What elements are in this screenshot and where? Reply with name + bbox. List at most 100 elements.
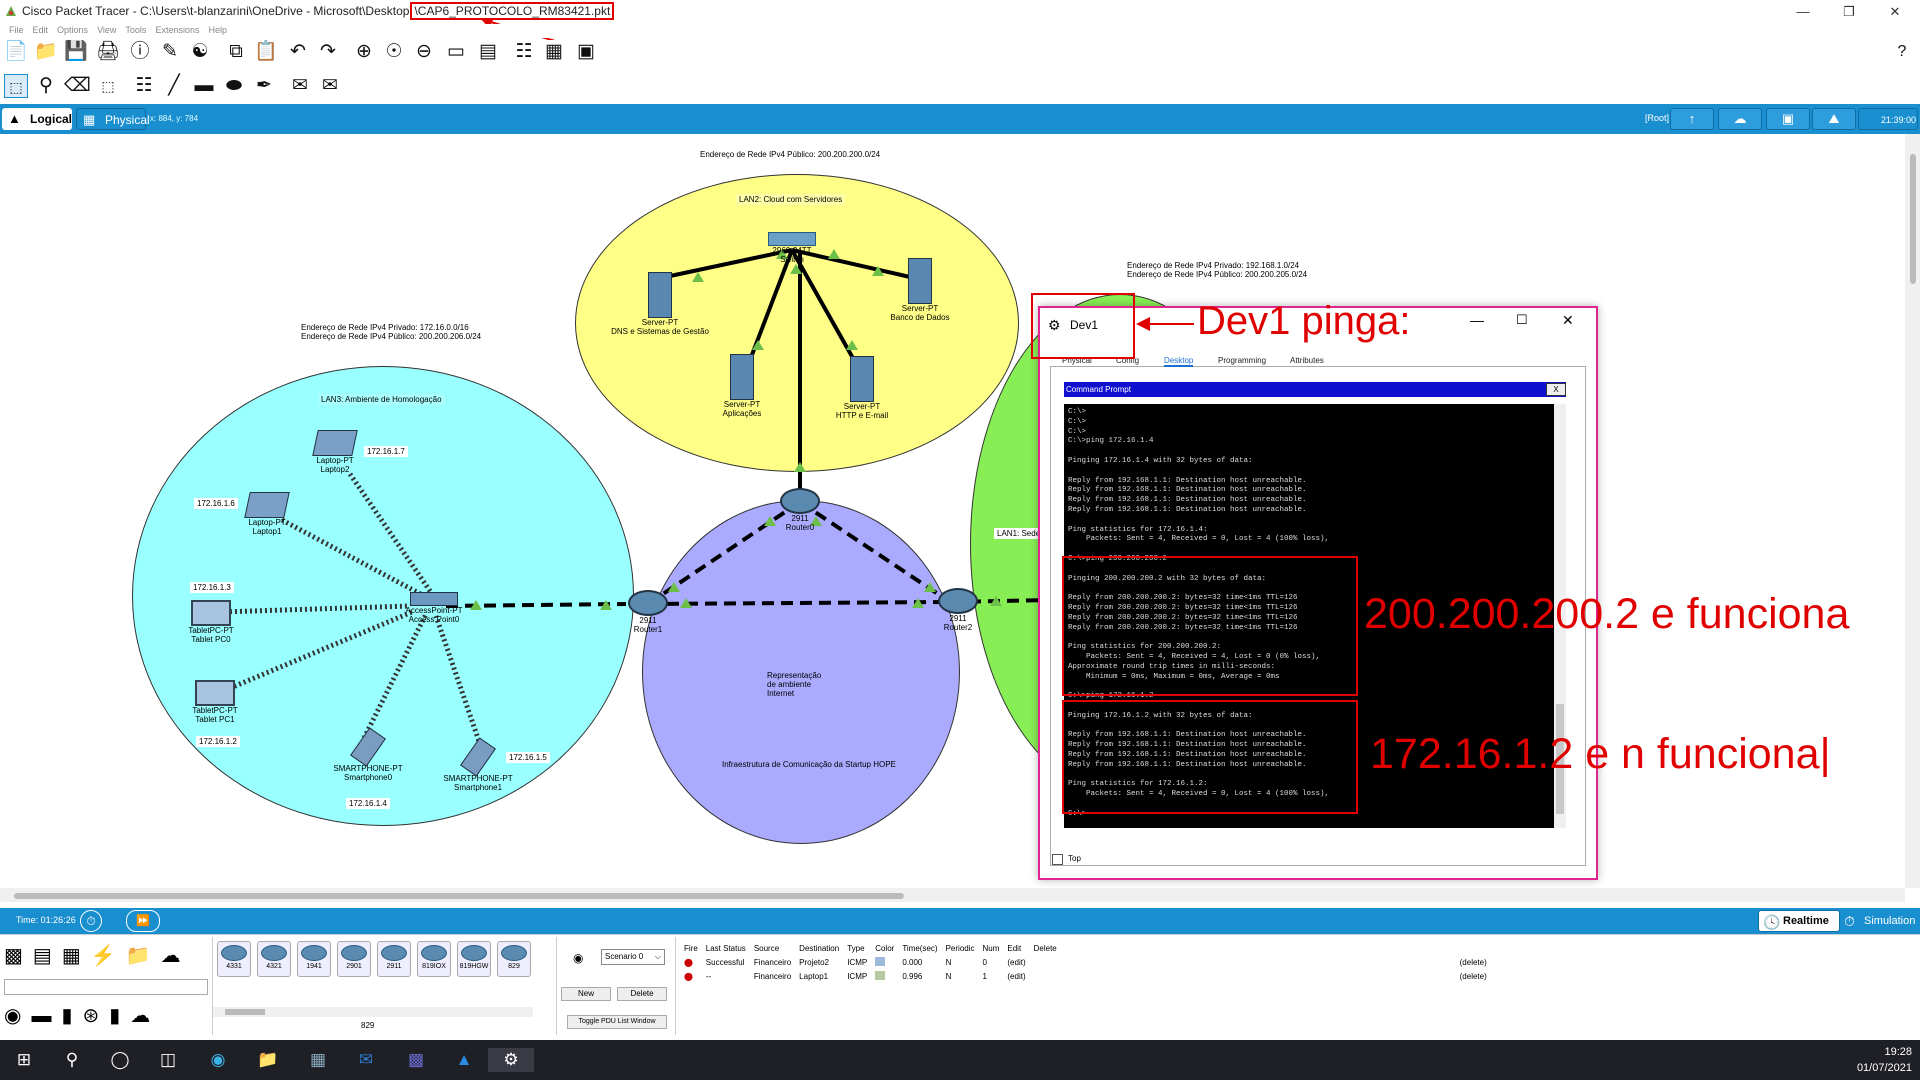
- new-scenario-button[interactable]: New: [561, 987, 611, 1001]
- draw-ellipse-icon[interactable]: ⬬: [222, 74, 246, 98]
- laptop2[interactable]: Laptop-PT Laptop2: [300, 430, 370, 474]
- vertical-scroll-thumb[interactable]: [1910, 154, 1916, 284]
- menu-options[interactable]: Options: [57, 25, 88, 35]
- horizontal-scroll-thumb[interactable]: [14, 893, 904, 899]
- tablet-pc1[interactable]: TabletPC-PT Tablet PC1: [180, 680, 250, 724]
- access-point0[interactable]: AccessPoint-PT Access Point0: [404, 592, 464, 624]
- connections-icon[interactable]: ⚡: [91, 945, 126, 967]
- tab-logical[interactable]: ▲ Logical: [2, 108, 72, 130]
- draw-rectangle-icon[interactable]: ▬: [192, 74, 216, 98]
- cluster-icon[interactable]: ☁: [1718, 108, 1762, 130]
- delete-scenario-button[interactable]: Delete: [617, 987, 667, 1001]
- menu-file[interactable]: File: [9, 25, 24, 35]
- network-info-icon[interactable]: ☯: [188, 40, 212, 64]
- router0[interactable]: 2911 Router0: [778, 488, 822, 532]
- print-icon[interactable]: 🖨: [96, 40, 120, 64]
- zoom-in-icon[interactable]: ⊕: [352, 40, 376, 64]
- resize-icon[interactable]: ⬚: [96, 74, 120, 98]
- realtime-mode-button[interactable]: 🕓 Realtime: [1758, 910, 1840, 932]
- custom-device-icon[interactable]: ▤: [476, 40, 500, 64]
- fire-icon[interactable]: ⬤: [680, 969, 702, 983]
- select-icon[interactable]: ⬚: [4, 74, 28, 98]
- device-list-scrollbar[interactable]: [213, 1007, 533, 1017]
- windows-start-icon[interactable]: ⊞: [12, 1048, 36, 1072]
- device-2901[interactable]: 2901: [337, 941, 371, 977]
- device-4321[interactable]: 4321: [257, 941, 291, 977]
- wan-emulation-icon[interactable]: ☁: [130, 1005, 160, 1027]
- navigation-icon[interactable]: ↑: [1670, 108, 1714, 130]
- toggle-pdu-list-button[interactable]: Toggle PDU List Window: [567, 1015, 667, 1029]
- root-label[interactable]: [Root]: [1645, 113, 1669, 123]
- save-icon[interactable]: 💾: [64, 40, 88, 64]
- switches-icon[interactable]: ▬: [31, 1005, 61, 1027]
- search-icon[interactable]: ⚲: [60, 1048, 84, 1072]
- menu-edit[interactable]: Edit: [33, 25, 49, 35]
- info-icon[interactable]: ⓘ: [128, 40, 152, 64]
- open-folder-icon[interactable]: 📁: [34, 40, 58, 64]
- router1[interactable]: 2911 Router1: [626, 590, 670, 634]
- simple-pdu-icon[interactable]: ✉: [288, 74, 312, 98]
- simulation-mode-button[interactable]: ⏱ Simulation: [1840, 910, 1920, 932]
- dev1-close-button[interactable]: ✕: [1562, 312, 1574, 329]
- azure-icon[interactable]: ▲: [452, 1048, 476, 1072]
- wizard-icon[interactable]: ✎: [158, 40, 182, 64]
- device-4331[interactable]: 4331: [217, 941, 251, 977]
- inspect-icon[interactable]: ⚲: [34, 74, 58, 98]
- menu-extensions[interactable]: Extensions: [155, 25, 199, 35]
- table-row[interactable]: ⬤ -- Financeiro Laptop1 ICMP 0.996 N 1 (edit) (de…: [680, 969, 1491, 983]
- close-button[interactable]: ✕: [1872, 0, 1918, 24]
- zoom-reset-icon[interactable]: ☉: [382, 40, 406, 64]
- task-view-icon[interactable]: ◫: [156, 1048, 180, 1072]
- security-icon[interactable]: ▮: [109, 1005, 130, 1027]
- server-banco-de-dados[interactable]: Server-PT Banco de Dados: [880, 258, 960, 322]
- tablet-pc0[interactable]: TabletPC-PT Tablet PC0: [176, 600, 246, 644]
- zoom-out-icon[interactable]: ⊖: [412, 40, 436, 64]
- wireless-icon[interactable]: ⊛: [82, 1005, 109, 1027]
- cortana-icon[interactable]: ◯: [108, 1048, 132, 1072]
- drawing-palette-icon[interactable]: ▭: [444, 40, 468, 64]
- menu-view[interactable]: View: [97, 25, 116, 35]
- components-icon[interactable]: ▦: [62, 945, 91, 967]
- switch[interactable]: 2960-24TT Switch: [760, 232, 824, 264]
- device-2911[interactable]: 2911: [377, 941, 411, 977]
- draw-line-icon[interactable]: ╱: [162, 74, 186, 98]
- viewport-icon[interactable]: ▣: [1766, 108, 1810, 130]
- power-cycle-icon[interactable]: ⏱: [80, 910, 102, 932]
- tab-physical[interactable]: ▦ Physical: [76, 108, 150, 130]
- fire-icon[interactable]: ⬤: [680, 955, 702, 969]
- device-819iox[interactable]: 819IOX: [417, 941, 451, 977]
- smartphone1[interactable]: SMARTPHONE-PT Smartphone1: [438, 737, 518, 792]
- fast-forward-icon[interactable]: ⏩: [126, 910, 160, 932]
- device-dialog-icon[interactable]: ▦: [542, 40, 566, 64]
- device-1941[interactable]: 1941: [297, 941, 331, 977]
- dev1-tab-attributes[interactable]: Attributes: [1290, 356, 1324, 365]
- image-icon[interactable]: ▣: [574, 40, 598, 64]
- scenario-select[interactable]: Scenario 0 ⌵: [601, 949, 665, 965]
- router2[interactable]: 2911 Router2: [936, 588, 980, 632]
- help-button[interactable]: ?: [1890, 40, 1914, 64]
- dev1-maximize-button[interactable]: ☐: [1516, 312, 1528, 328]
- dev1-minimize-button[interactable]: —: [1470, 312, 1484, 328]
- minimize-button[interactable]: —: [1780, 0, 1826, 24]
- note-icon[interactable]: ☷: [132, 74, 156, 98]
- multiuser-icon[interactable]: ☁: [161, 945, 191, 967]
- delete-icon[interactable]: ⌫: [64, 74, 91, 98]
- dev1-tab-desktop[interactable]: Desktop: [1164, 356, 1194, 367]
- miscellaneous-icon[interactable]: 📁: [126, 945, 161, 967]
- server-aplicacoes[interactable]: Server-PT Aplicações: [712, 354, 772, 418]
- complex-pdu-icon[interactable]: ✉: [318, 74, 342, 98]
- device-search[interactable]: [4, 979, 208, 995]
- hubs-icon[interactable]: ▮: [61, 1005, 82, 1027]
- smartphone0[interactable]: SMARTPHONE-PT Smartphone0: [328, 727, 408, 782]
- laptop1[interactable]: Laptop-PT Laptop1: [232, 492, 302, 536]
- scenario-info-icon[interactable]: ◉: [573, 951, 583, 965]
- redo-icon[interactable]: ↷: [316, 40, 340, 64]
- freeform-icon[interactable]: ✒: [252, 74, 276, 98]
- top-checkbox[interactable]: [1052, 854, 1063, 865]
- table-row[interactable]: ⬤ Successful Financeiro Projeto2 ICMP 0.000 N 0…: [680, 955, 1491, 969]
- paste-icon[interactable]: 📋: [254, 40, 278, 64]
- app-icon[interactable]: ▦: [306, 1048, 330, 1072]
- undo-icon[interactable]: ↶: [286, 40, 310, 64]
- outlook-icon[interactable]: ✉: [354, 1048, 378, 1072]
- server-dns[interactable]: Server-PT DNS e Sistemas de Gestão: [610, 272, 710, 336]
